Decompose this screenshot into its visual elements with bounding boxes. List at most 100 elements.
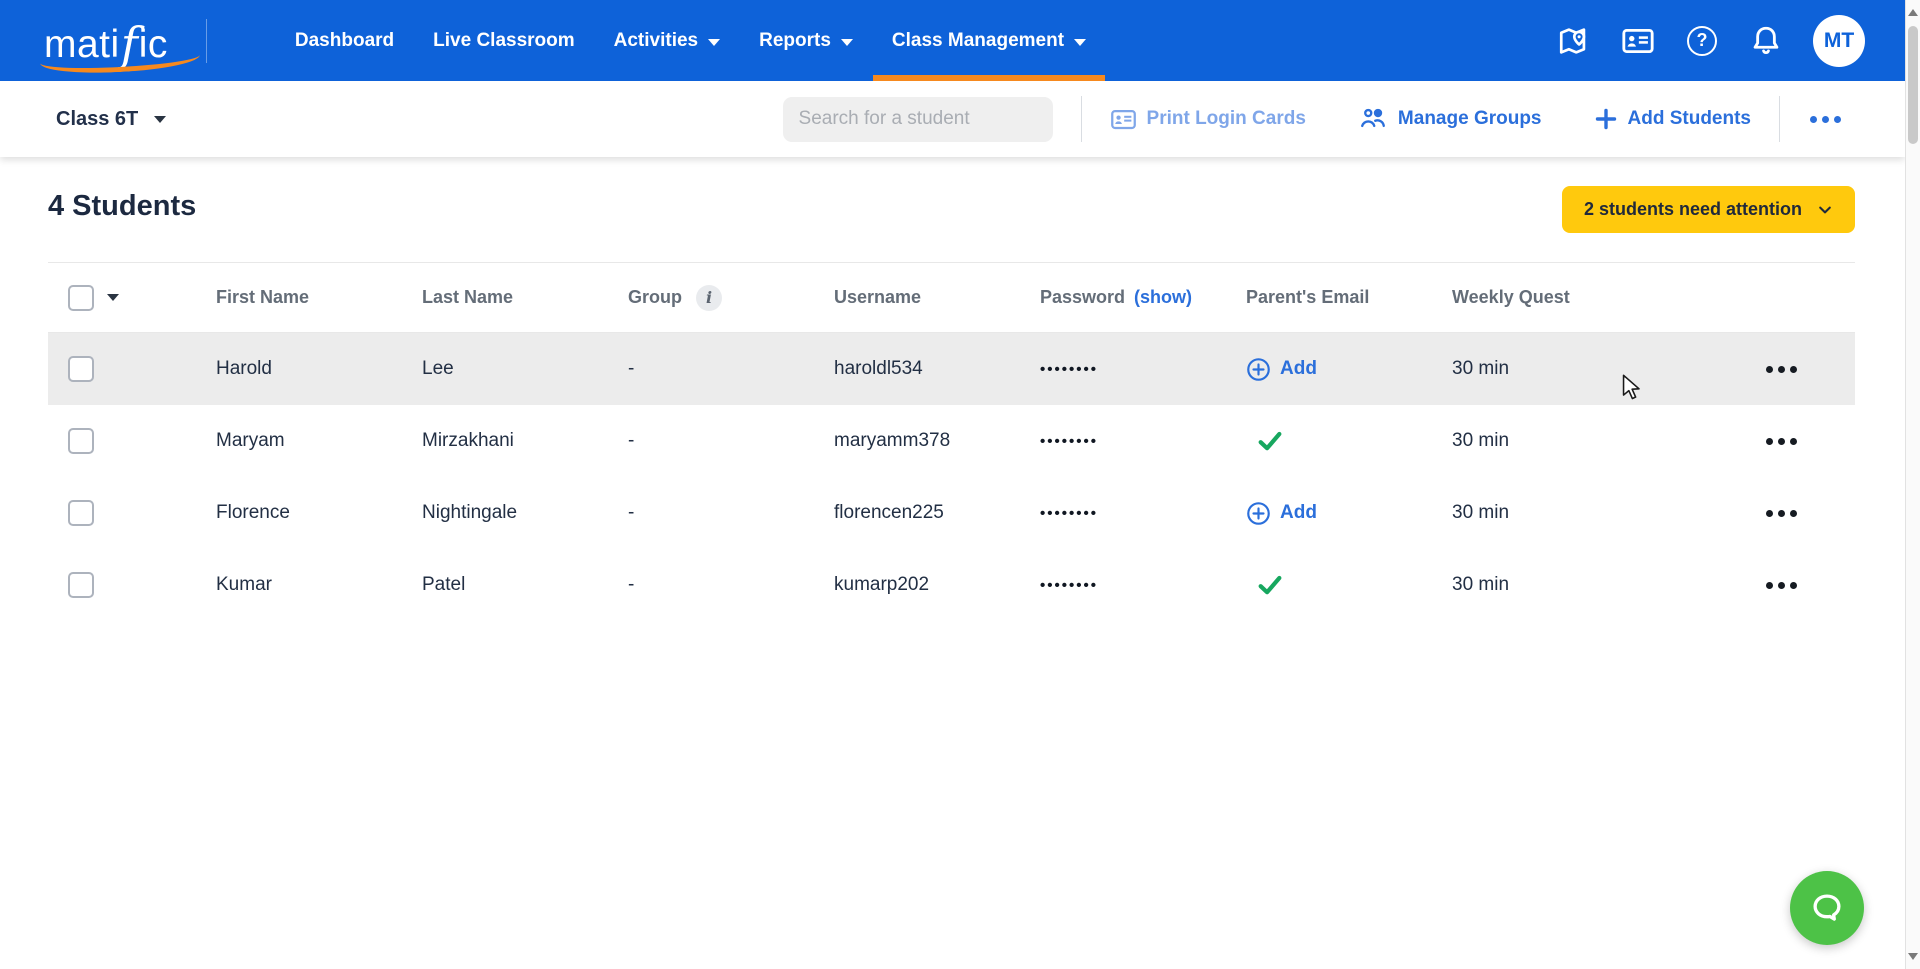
chevron-down-icon — [154, 115, 167, 123]
page-title: 4 Students — [48, 190, 197, 222]
help-icon[interactable]: ? — [1685, 24, 1719, 58]
username-cell: kumarp202 — [834, 574, 930, 595]
table-row[interactable]: Florence Nightingale - florencen225 ••••… — [48, 477, 1855, 549]
print-login-cards-button[interactable]: Print Login Cards — [1110, 106, 1306, 133]
first-name-cell: Harold — [216, 358, 272, 379]
col-parents-email: Parent's Email — [1246, 287, 1370, 307]
chevron-down-icon — [1074, 38, 1087, 46]
row-menu-button[interactable] — [1766, 581, 1855, 589]
nav-dashboard[interactable]: Dashboard — [295, 0, 394, 81]
map-icon[interactable] — [1557, 24, 1591, 58]
plus-icon — [1595, 108, 1616, 130]
username-cell: maryamm378 — [834, 430, 951, 451]
table-row[interactable]: Maryam Mirzakhani - maryamm378 •••••••• … — [48, 405, 1855, 477]
attention-badge[interactable]: 2 students need attention — [1561, 186, 1855, 233]
student-checkbox[interactable] — [68, 428, 94, 454]
first-name-cell: Maryam — [216, 430, 285, 451]
class-selector[interactable]: Class 6T — [56, 108, 167, 131]
scroll-down-arrow-icon[interactable] — [1908, 953, 1918, 960]
groups-icon — [1360, 108, 1385, 128]
divider — [1080, 96, 1082, 142]
avatar[interactable]: MT — [1813, 14, 1865, 67]
add-parent-email-button[interactable]: Add — [1246, 357, 1452, 382]
student-search[interactable] — [782, 96, 1053, 142]
matific-logo[interactable]: mati f ic — [39, 18, 201, 76]
select-all-checkbox[interactable] — [68, 284, 94, 311]
check-icon — [1258, 575, 1282, 595]
class-management-page: mati f ic Dashboard Live Classroom Activit… — [0, 0, 1920, 969]
nav-activities[interactable]: Activities — [614, 0, 721, 81]
ellipsis-icon — [1766, 581, 1773, 589]
info-icon[interactable]: i — [696, 284, 722, 311]
add-parent-email-button[interactable]: Add — [1246, 501, 1452, 526]
nav-live-classroom[interactable]: Live Classroom — [433, 0, 575, 81]
first-name-cell: Florence — [216, 502, 290, 523]
chat-bubble-icon — [1813, 894, 1841, 921]
password-masked: •••••••• — [1040, 576, 1099, 594]
nav-reports[interactable]: Reports — [759, 0, 853, 81]
toolbar-actions: Print Login Cards Manage Groups Add Stud… — [782, 96, 1843, 142]
first-name-cell: Kumar — [216, 574, 272, 595]
last-name-cell: Nightingale — [422, 502, 518, 523]
table-row[interactable]: Kumar Patel - kumarp202 •••••••• 30 min — [48, 549, 1855, 621]
chevron-down-icon — [840, 38, 853, 46]
logo-divider — [205, 18, 207, 63]
show-passwords-link[interactable]: (show) — [1134, 287, 1192, 308]
group-cell: - — [628, 502, 635, 523]
toolbar-overflow-menu-button[interactable] — [1808, 110, 1843, 129]
student-checkbox[interactable] — [68, 500, 94, 526]
top-navigation-bar: mati f ic Dashboard Live Classroom Activit… — [0, 0, 1905, 81]
mouse-cursor — [1620, 374, 1644, 405]
table-header-row: First Name Last Name Group i Username Pa… — [48, 262, 1855, 333]
students-table: First Name Last Name Group i Username Pa… — [48, 262, 1855, 621]
class-toolbar: Class 6T Print Login Cards — [0, 81, 1905, 157]
group-cell: - — [628, 430, 635, 451]
id-card-icon — [1110, 109, 1136, 129]
chevron-down-icon — [1819, 206, 1831, 213]
col-last-name: Last Name — [422, 287, 514, 307]
username-cell: haroldl534 — [834, 358, 923, 379]
weekly-quest-cell: 30 min — [1452, 430, 1510, 451]
chevron-down-icon — [708, 38, 721, 46]
plus-circle-icon — [1247, 357, 1270, 381]
group-cell: - — [628, 574, 635, 595]
manage-groups-button[interactable]: Manage Groups — [1358, 104, 1542, 134]
last-name-cell: Lee — [422, 358, 454, 379]
page-scrollbar[interactable] — [1905, 0, 1920, 969]
ellipsis-icon — [1766, 437, 1773, 445]
id-card-icon[interactable] — [1621, 24, 1655, 58]
password-masked: •••••••• — [1040, 504, 1099, 522]
add-students-button[interactable]: Add Students — [1594, 107, 1751, 131]
select-menu-chevron-icon[interactable] — [107, 294, 119, 301]
divider — [1779, 96, 1780, 142]
password-masked: •••••••• — [1040, 360, 1099, 378]
chat-support-button[interactable] — [1790, 871, 1864, 945]
student-checkbox[interactable] — [68, 572, 94, 598]
col-weekly-quest: Weekly Quest — [1452, 287, 1570, 307]
weekly-quest-cell: 30 min — [1452, 502, 1510, 523]
check-icon — [1258, 431, 1282, 451]
scroll-up-arrow-icon[interactable] — [1908, 9, 1918, 16]
col-username: Username — [834, 287, 922, 307]
password-masked: •••••••• — [1040, 432, 1099, 450]
row-menu-button[interactable] — [1766, 509, 1855, 517]
table-row[interactable]: Harold Lee - haroldl534 •••••••• Add 30 … — [48, 333, 1855, 405]
weekly-quest-cell: 30 min — [1452, 574, 1510, 595]
plus-circle-icon — [1247, 501, 1270, 525]
main-nav: Dashboard Live Classroom Activities Repo… — [295, 0, 1106, 81]
notifications-icon[interactable] — [1749, 24, 1783, 58]
topbar-icon-group: ? MT — [1557, 14, 1865, 67]
search-input[interactable] — [798, 108, 1044, 130]
ellipsis-icon — [1810, 115, 1817, 123]
last-name-cell: Patel — [422, 574, 466, 595]
row-menu-button[interactable] — [1766, 365, 1855, 373]
col-password: Password — [1040, 287, 1126, 307]
scrollbar-thumb[interactable] — [1908, 26, 1918, 144]
ellipsis-icon — [1766, 365, 1773, 373]
nav-class-management[interactable]: Class Management — [872, 0, 1106, 81]
row-menu-button[interactable] — [1766, 437, 1855, 445]
last-name-cell: Mirzakhani — [422, 430, 514, 451]
group-cell: - — [628, 358, 635, 379]
student-checkbox[interactable] — [68, 356, 94, 382]
ellipsis-icon — [1766, 509, 1773, 517]
